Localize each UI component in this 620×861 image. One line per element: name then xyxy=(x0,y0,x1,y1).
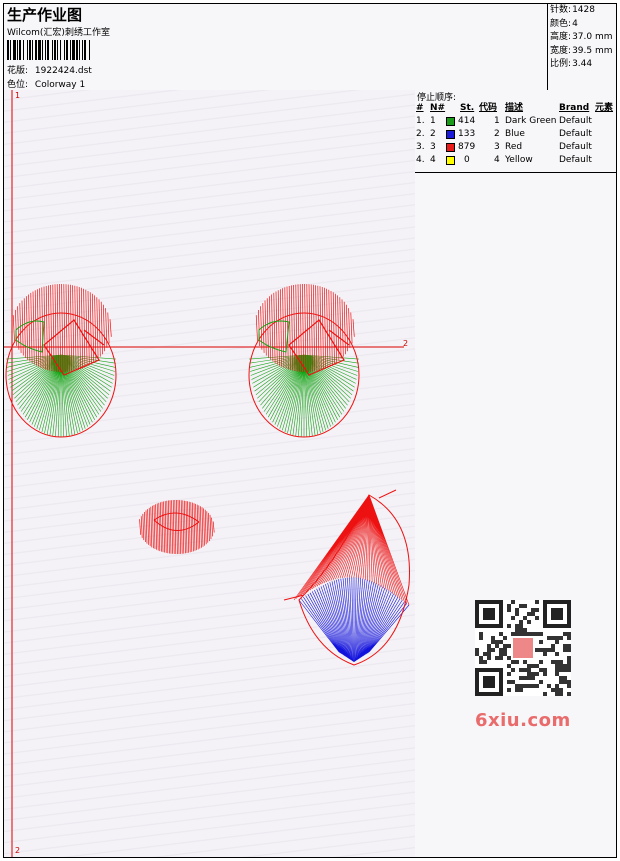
mouth-red-fill xyxy=(293,494,410,606)
color-swatch-yellow xyxy=(446,156,455,165)
ruler-mark-top: 1 xyxy=(15,91,21,100)
table-row: 2. 2 133 2 Blue Default xyxy=(416,129,592,139)
stat-height: 高度:37.0 mm xyxy=(550,32,613,42)
color-swatch-red xyxy=(446,143,455,152)
col-header-brand: Brand xyxy=(559,103,590,113)
qr-code-icon xyxy=(475,600,571,696)
colorway-name: Colorway 1 xyxy=(34,80,86,90)
col-header-index: # xyxy=(416,103,424,113)
stat-colors: 颜色:4 xyxy=(550,18,578,29)
watermark-site-label: 6xiu.com xyxy=(475,710,571,731)
colorway-label: 色位: xyxy=(7,80,29,90)
left-eye-green-fill xyxy=(6,354,116,437)
ruler-mark-right: 2 xyxy=(403,339,409,348)
table-header-row: # N# St. 代码 描述 Brand 元素 xyxy=(415,102,616,115)
table-row: 1. 1 414 1 Dark Green Default xyxy=(416,116,592,126)
design-file-row: 花版: 1922424.dst xyxy=(7,63,92,76)
stop-sequence-panel: 停止顺序: # N# St. 代码 描述 Brand 元素 1. 1 414 1… xyxy=(415,90,616,857)
col-header-element: 元素 xyxy=(595,103,614,113)
sheet-header: 生产作业图 Wilcom(汇宏)刺绣工作室 花版: 1922424.dst 色位… xyxy=(4,4,616,91)
design-file-name: 1922424.dst xyxy=(34,66,92,76)
ruler-mark-bottom: 2 xyxy=(15,846,21,855)
col-header-stitches: St. xyxy=(460,103,475,113)
sheet-title: 生产作业图 xyxy=(7,6,83,24)
stat-scale: 比例:3.44 xyxy=(550,59,593,69)
col-header-description: 描述 xyxy=(505,103,524,113)
col-header-code: 代码 xyxy=(479,103,498,113)
nose-red-fill xyxy=(139,499,215,555)
stop-sequence-table: # N# St. 代码 描述 Brand 元素 1. 1 414 1 Dark … xyxy=(415,102,616,173)
color-swatch-blue xyxy=(446,130,455,139)
barcode xyxy=(7,40,143,60)
embroidery-artwork xyxy=(4,90,410,857)
design-preview-canvas: 1 2 2 xyxy=(4,90,416,857)
table-row: 4. 4 0 4 Yellow Default xyxy=(416,155,592,165)
stat-stitches: 针数:1428 xyxy=(550,5,595,15)
qr-code-watermark xyxy=(475,600,571,696)
stitch-shapes xyxy=(5,283,410,666)
design-file-label: 花版: xyxy=(7,66,29,76)
company-name: Wilcom(汇宏)刺绣工作室 xyxy=(7,28,110,38)
table-row: 3. 3 879 3 Red Default xyxy=(416,142,592,152)
mouth-blue-fill xyxy=(298,577,410,662)
color-swatch-dark-green xyxy=(446,117,455,126)
col-header-needle: N# xyxy=(430,103,446,113)
design-stats: 针数:1428 颜色:4 高度:37.0 mm 宽度:39.5 mm 比例:3.… xyxy=(547,4,616,90)
stat-width: 宽度:39.5 mm xyxy=(550,45,613,56)
colorway-row: 色位: Colorway 1 xyxy=(7,77,85,90)
production-sheet: 生产作业图 Wilcom(汇宏)刺绣工作室 花版: 1922424.dst 色位… xyxy=(3,3,617,858)
